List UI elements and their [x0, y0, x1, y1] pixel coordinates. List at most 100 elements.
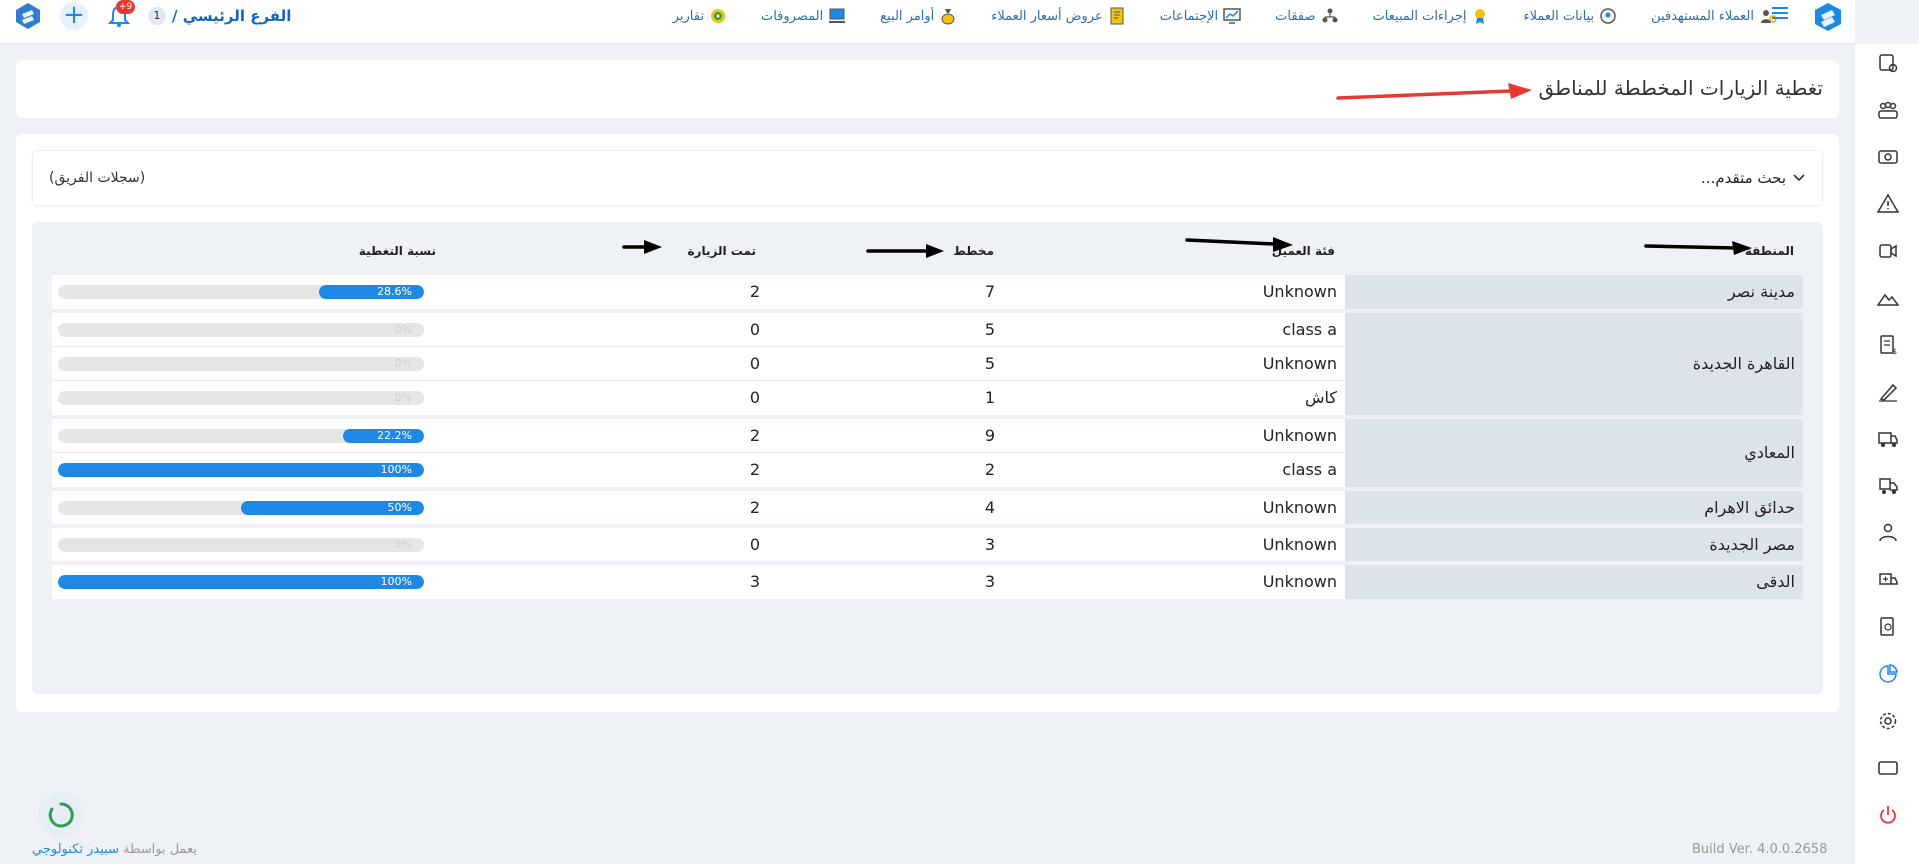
header-planned: مخطط — [953, 244, 994, 258]
region-name: القاهرة الجديدة — [1692, 354, 1795, 373]
region-name: مدينة نصر — [1727, 282, 1795, 301]
top-bar: + +9 الفرع الرئيسي / 1 العملاء المستهدفي… — [0, 0, 1855, 44]
payment-document-icon[interactable] — [1877, 616, 1899, 638]
page-title: تغطية الزيارات المخططة للمناطق — [1538, 76, 1823, 100]
nav-sales-actions[interactable]: إجراءات المبيعات — [1373, 7, 1490, 25]
visited-cell: 2 — [749, 282, 760, 301]
customer-data-icon — [1600, 8, 1616, 24]
nav-reports[interactable]: تقارير — [673, 7, 727, 25]
planned-cell: 9 — [984, 425, 995, 445]
advanced-search-panel: بحث متقدم... (سجلات الفريق) — [32, 150, 1823, 206]
invoice-icon[interactable]: $ — [1877, 334, 1899, 356]
planned-cell: 1 — [984, 388, 995, 407]
coverage-percent-label: 0% — [394, 391, 412, 404]
planned-cell: 3 — [984, 534, 995, 554]
customer-class-cell: Unknown — [1262, 497, 1337, 517]
planned-cell: 5 — [984, 319, 995, 339]
planned-cell: 4 — [984, 497, 995, 517]
coverage-progress-fill — [58, 575, 424, 589]
visited-cell: 0 — [749, 319, 760, 339]
coverage-progress-bar: 100% — [58, 463, 424, 477]
customer-class-cell: Unknown — [1262, 353, 1337, 373]
app-logo-icon[interactable] — [14, 2, 42, 30]
coverage-percent-label: 0% — [394, 537, 412, 551]
user-location-icon[interactable] — [1877, 522, 1899, 544]
signature-icon[interactable] — [1877, 381, 1899, 403]
coverage-table: المنطقة فئة العميل مخطط تمت الزيارة نسبة… — [32, 222, 1823, 694]
nav-target-customers[interactable]: العملاء المستهدفين — [1651, 7, 1777, 25]
analytics-icon[interactable] — [1877, 663, 1899, 685]
svg-text:$: $ — [1892, 347, 1897, 356]
region-cell: القاهرة الجديدة — [1345, 313, 1803, 415]
powered-by-prefix: يعمل بواسطة — [123, 842, 197, 857]
nav-label: تقارير — [672, 8, 704, 24]
landscape-icon[interactable] — [1877, 287, 1899, 309]
main-nav: العملاء المستهدفين بيانات العملاء إجراءا… — [673, 4, 1777, 28]
nav-sales-orders[interactable]: أوامر البيع — [880, 7, 957, 25]
planned-cell: 7 — [984, 282, 995, 301]
notification-badge: +9 — [116, 0, 136, 14]
coverage-progress-bar: 0% — [58, 537, 424, 552]
nav-label: صفقات — [1275, 8, 1316, 24]
add-button[interactable]: + — [60, 2, 88, 30]
visited-cell: 0 — [749, 353, 760, 373]
quotes-icon — [1110, 7, 1124, 25]
customer-class-cell: Unknown — [1262, 572, 1337, 591]
nav-label: عروض أسعار العملاء — [991, 8, 1103, 24]
region-cell: مصر الجديدة — [1345, 528, 1803, 561]
visited-cell: 0 — [749, 534, 760, 554]
nav-label: المصروفات — [760, 8, 824, 24]
video-icon[interactable] — [1877, 240, 1899, 262]
customer-class-cell: كاش — [1304, 388, 1337, 407]
coverage-progress-bar: 50% — [58, 500, 424, 515]
visited-cell: 3 — [749, 572, 760, 591]
powered-by-brand[interactable]: سبيدر تكنولوجي — [32, 842, 119, 857]
powered-by: يعمل بواسطة سبيدر تكنولوجي — [32, 842, 197, 857]
nav-label: الإجتماعات — [1159, 8, 1219, 24]
coverage-progress-bar: 0% — [58, 391, 424, 405]
region-cell: المعادي — [1345, 419, 1803, 487]
nav-quotes[interactable]: عروض أسعار العملاء — [991, 7, 1125, 25]
expenses-icon — [829, 8, 846, 23]
nav-meetings[interactable]: الإجتماعات — [1160, 7, 1241, 25]
screen-icon[interactable] — [1877, 757, 1899, 779]
settings-gear-icon[interactable] — [1877, 710, 1899, 732]
visited-cell: 2 — [749, 425, 760, 445]
planned-cell: 3 — [984, 572, 995, 591]
nav-label: بيانات العملاء — [1523, 8, 1595, 24]
header-coverage: نسبة التغطية — [358, 244, 436, 258]
nav-deals[interactable]: صفقات — [1275, 7, 1338, 25]
power-logout-icon[interactable] — [1877, 804, 1899, 826]
team-records-label: (سجلات الفريق) — [49, 170, 146, 186]
nav-expenses[interactable]: المصروفات — [761, 7, 846, 25]
coverage-progress-bar: 0% — [58, 322, 424, 337]
app-logo-icon[interactable] — [1813, 2, 1843, 32]
coverage-percent-label: 0% — [394, 356, 412, 370]
team-icon[interactable] — [1877, 99, 1899, 121]
planned-cell: 2 — [984, 460, 995, 479]
branch-selector[interactable]: الفرع الرئيسي / 1 — [148, 3, 291, 29]
advanced-search-toggle[interactable]: بحث متقدم... — [1701, 169, 1806, 187]
black-annotation-arrow-icon — [1644, 241, 1752, 255]
coverage-percent-label: 22.2% — [377, 428, 412, 442]
cash-icon[interactable] — [1877, 146, 1899, 168]
coverage-progress-fill — [58, 463, 424, 477]
new-shipment-icon[interactable] — [1877, 569, 1899, 591]
nav-customer-data[interactable]: بيانات العملاء — [1523, 7, 1617, 25]
deals-icon — [1322, 8, 1338, 23]
delivery-truck-icon[interactable] — [1877, 428, 1899, 450]
document-settings-icon[interactable] — [1877, 52, 1899, 74]
meetings-icon — [1223, 8, 1241, 24]
package-delivery-icon[interactable] — [1877, 475, 1899, 497]
red-annotation-arrow-icon — [1336, 83, 1532, 100]
black-annotation-arrow-icon — [866, 244, 944, 258]
coverage-percent-label: 100% — [380, 575, 412, 588]
black-annotation-arrow-icon — [1185, 237, 1293, 252]
branch-label: الفرع الرئيسي / — [172, 7, 292, 25]
customer-class-cell: Unknown — [1262, 534, 1337, 554]
hamburger-menu-icon[interactable] — [1771, 6, 1789, 20]
row-divider — [52, 346, 1345, 347]
warning-icon[interactable] — [1877, 193, 1899, 215]
coverage-percent-label: 100% — [380, 463, 412, 476]
region-cell: حدائق الاهرام — [1345, 491, 1803, 524]
